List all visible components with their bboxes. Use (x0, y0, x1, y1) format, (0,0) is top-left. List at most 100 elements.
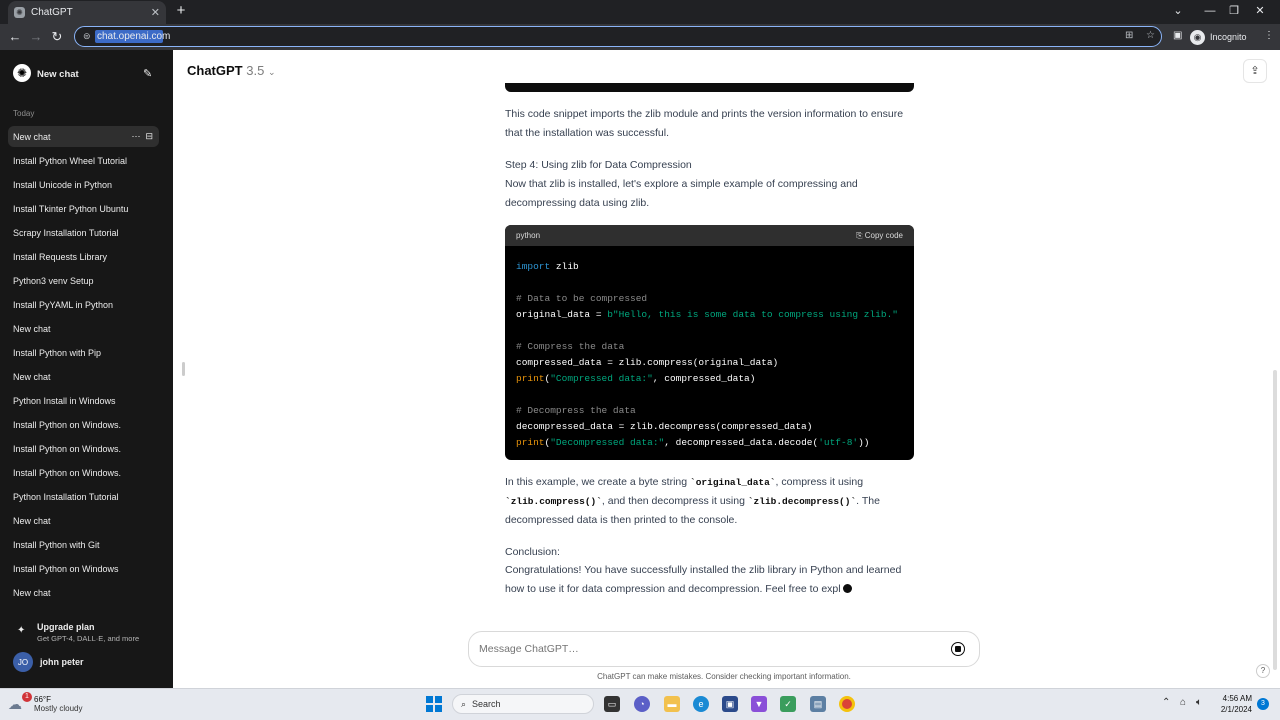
new-chat-button[interactable]: New chat (37, 69, 79, 80)
clock[interactable]: 4:56 AM 2/1/2024 (1218, 693, 1252, 715)
upgrade-plan-button[interactable]: ✦ Upgrade plan Get GPT-4, DALL·E, and mo… (13, 620, 163, 646)
chat-title: New chat (13, 131, 51, 142)
help-button[interactable]: ? (1256, 664, 1270, 678)
file-explorer-icon[interactable]: ▬ (664, 696, 680, 712)
incognito-label: Incognito (1210, 32, 1247, 42)
url-input[interactable] (97, 31, 997, 42)
sidebar-chat-item[interactable]: Install Python with Git (8, 534, 159, 555)
browser-menu-icon[interactable]: ⋮ (1264, 30, 1274, 41)
scrollbar[interactable] (1273, 370, 1277, 670)
code-comment: # Decompress the data (516, 405, 636, 416)
code-block: python ⎘ Copy code import zlib # Data to… (505, 225, 914, 460)
sidebar-chat-item[interactable]: Install Tkinter Python Ubuntu (8, 198, 159, 219)
sidebar-chat-item[interactable]: Install Python with Pip (8, 342, 159, 363)
user-menu[interactable]: JO john peter (13, 652, 84, 672)
site-info-icon[interactable]: ⊜ (83, 31, 95, 42)
disclaimer-text: ChatGPT can make mistakes. Consider chec… (597, 672, 851, 681)
share-icon: ⇪ (1250, 65, 1260, 77)
message-composer[interactable] (468, 631, 980, 667)
sidebar-chat-item[interactable]: Install Python on Windows. (8, 414, 159, 435)
streaming-cursor-icon (842, 584, 852, 593)
sidebar-chat-item[interactable]: New chat (8, 582, 159, 603)
tab-search-icon[interactable]: ⌄ (1168, 3, 1188, 19)
reload-button[interactable]: ↻ (48, 28, 66, 46)
message-input[interactable] (479, 643, 919, 655)
code-comment: # Data to be compressed (516, 293, 648, 304)
chat-title: Install Python on Windows. (13, 467, 122, 478)
taskbar-search[interactable]: ⌕ Search (452, 694, 594, 714)
sidebar-chat-item[interactable]: New chat (8, 318, 159, 339)
weather-condition: Mostly cloudy (34, 704, 83, 713)
openai-logo-icon[interactable]: ✺ (13, 64, 31, 82)
sidebar-resize-handle[interactable] (182, 362, 185, 376)
minimize-button[interactable]: — (1200, 3, 1220, 19)
install-app-icon[interactable]: ⊞ (1125, 30, 1133, 41)
model-name: ChatGPT (187, 63, 243, 78)
copy-code-button[interactable]: ⎘ Copy code (856, 231, 903, 241)
windows-logo-icon (435, 705, 442, 712)
maximize-button[interactable]: ❐ (1224, 3, 1244, 19)
sidebar-chat-item[interactable]: Install Python on Windows (8, 558, 159, 579)
edge-icon[interactable]: e (693, 696, 709, 712)
share-button[interactable]: ⇪ (1243, 59, 1267, 83)
sidebar-chat-item[interactable]: Scrapy Installation Tutorial (8, 222, 159, 243)
upgrade-subtitle: Get GPT-4, DALL·E, and more (37, 634, 140, 643)
start-button[interactable] (426, 696, 442, 712)
app-icon[interactable]: ✓ (780, 696, 796, 712)
weather-temp: 66°F (34, 695, 51, 704)
sidebar-chat-item[interactable]: New chat ⋯ ⊟ (8, 126, 159, 147)
forward-button[interactable]: → (27, 28, 45, 46)
new-tab-button[interactable]: + (172, 2, 190, 20)
inline-code: `zlib.decompress()` (747, 496, 857, 507)
text: , compress it using (775, 476, 864, 488)
sidebar-chat-item[interactable]: Python Install in Windows (8, 390, 159, 411)
code-text: , decompressed_data.decode( (664, 437, 819, 448)
sidebar-chat-item[interactable]: New chat (8, 366, 159, 387)
task-view-icon[interactable]: ▭ (604, 696, 620, 712)
incognito-indicator[interactable]: ◉ Incognito (1190, 27, 1247, 47)
stop-generating-button[interactable] (951, 642, 965, 656)
edit-new-chat-icon[interactable]: ✎ (143, 67, 152, 80)
sidebar-chat-item[interactable]: Python3 venv Setup (8, 270, 159, 291)
sidebar-chat-item[interactable]: Python Installation Tutorial (8, 486, 159, 507)
code-block-header: python ⎘ Copy code (505, 225, 914, 246)
sidebar-chat-item[interactable]: Install Unicode in Python (8, 174, 159, 195)
incognito-icon: ◉ (1190, 29, 1205, 45)
chrome-icon[interactable] (839, 696, 855, 712)
app-icon[interactable]: ▤ (810, 696, 826, 712)
chat-options-icon[interactable]: ⋯ ⊟ (131, 131, 153, 142)
sidebar-chat-item[interactable]: Install Python on Windows. (8, 438, 159, 459)
code-string: b"Hello, this is some data to compress u… (607, 309, 898, 320)
chat-title: Install Python Wheel Tutorial (13, 155, 128, 166)
chat-title: Install Requests Library (13, 251, 108, 262)
tab-title: ChatGPT (31, 7, 73, 18)
store-icon[interactable]: ▣ (722, 696, 738, 712)
weather-widget[interactable]: ☁ 1 66°F Mostly cloudy (8, 692, 82, 716)
sidebar-chat-item[interactable]: Install PyYAML in Python (8, 294, 159, 315)
address-bar[interactable]: ⊜ (74, 26, 1162, 47)
chevron-up-icon[interactable]: ⌃ (1162, 697, 1170, 708)
side-panel-icon[interactable]: ▣ (1173, 30, 1182, 41)
chat-title: Install Python on Windows (13, 563, 119, 574)
tab-close-icon[interactable]: ✕ (151, 6, 160, 19)
network-icon[interactable]: ⌂ (1180, 697, 1186, 708)
bookmark-star-icon[interactable]: ☆ (1146, 30, 1155, 41)
chat-app-icon[interactable]: ◔ (634, 696, 650, 712)
notification-badge[interactable]: 3 (1257, 698, 1269, 710)
chatgpt-favicon-icon: ✺ (14, 7, 25, 18)
browser-tabstrip (0, 0, 1280, 24)
sidebar-chat-item[interactable]: New chat (8, 510, 159, 531)
chat-title: Install Unicode in Python (13, 179, 113, 190)
sidebar-chat-item[interactable]: Install Requests Library (8, 246, 159, 267)
model-selector[interactable]: ChatGPT 3.5 ⌄ (187, 63, 276, 78)
volume-icon[interactable]: 🔈︎ (1196, 697, 1202, 708)
code-content: import zlib # Data to be compressed orig… (505, 246, 914, 460)
close-window-button[interactable]: ✕ (1250, 3, 1270, 19)
back-button[interactable]: ← (6, 28, 24, 46)
code-builtin: print (516, 437, 545, 448)
time: 4:56 AM (1222, 694, 1252, 703)
sidebar-chat-item[interactable]: Install Python Wheel Tutorial (8, 150, 159, 171)
app-icon[interactable]: ▼ (751, 696, 767, 712)
sidebar-chat-item[interactable]: Install Python on Windows. (8, 462, 159, 483)
browser-tab[interactable]: ✺ ChatGPT ✕ (8, 1, 166, 24)
